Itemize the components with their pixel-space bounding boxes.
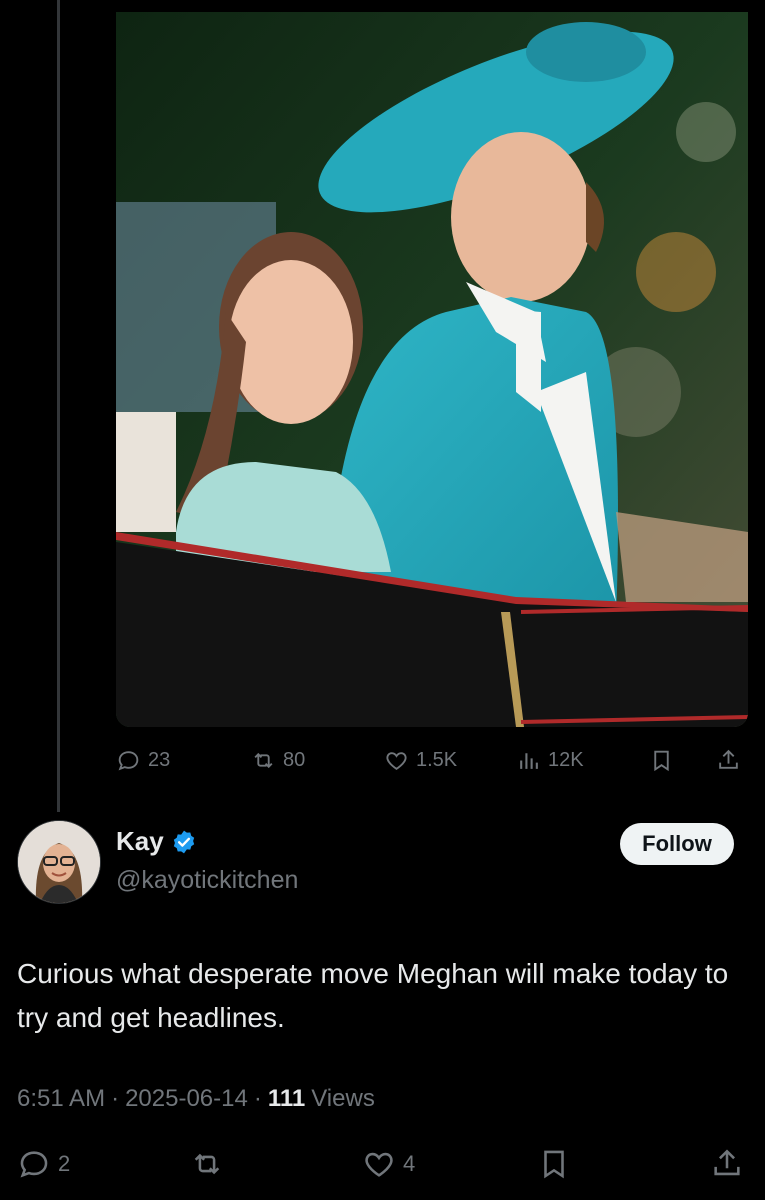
quoted-tweet-actions: 23 80 1.5K 12K	[116, 740, 748, 780]
avatar-image	[18, 821, 100, 903]
follow-button[interactable]: Follow	[620, 823, 734, 865]
like-count: 4	[403, 1151, 416, 1176]
views-button[interactable]: 12K	[516, 740, 584, 780]
reply-count: 2	[58, 1151, 71, 1176]
bookmark-button[interactable]	[537, 1140, 571, 1188]
share-button[interactable]	[710, 1140, 744, 1188]
tweet-author: Kay @kayotickitchen Follow	[17, 820, 747, 910]
separator-dot: ·	[253, 1085, 262, 1112]
author-handle[interactable]: @kayotickitchen	[116, 866, 298, 895]
reply-icon	[118, 750, 139, 770]
tweet-time[interactable]: 6:51 AM	[17, 1085, 105, 1113]
repost-icon	[254, 752, 273, 768]
reply-icon	[20, 1151, 48, 1178]
tweet-text: Curious what desperate move Meghan will …	[17, 958, 729, 1033]
bookmark-icon	[544, 1150, 564, 1179]
like-button[interactable]: 4	[362, 1140, 415, 1188]
thread-connector-line	[57, 0, 60, 812]
author-name[interactable]: Kay	[116, 826, 164, 857]
views-count: 12K	[548, 748, 584, 771]
tweet-meta: 6:51 AM · 2025-06-14 · 111 Views	[17, 1085, 375, 1113]
analytics-icon	[520, 752, 538, 769]
tweet-photo[interactable]	[116, 12, 748, 727]
heart-icon	[386, 751, 407, 770]
share-icon	[719, 749, 738, 769]
tweet-date[interactable]: 2025-06-14	[125, 1085, 248, 1113]
avatar[interactable]	[17, 820, 101, 904]
tweet-views-label: Views	[311, 1085, 375, 1112]
tweet-actions: 2 4	[0, 1140, 765, 1188]
reply-button[interactable]: 23	[116, 740, 170, 780]
repost-count: 80	[283, 748, 306, 771]
share-button[interactable]	[716, 740, 741, 780]
verified-badge-icon	[171, 829, 197, 855]
repost-button[interactable]: 80	[251, 740, 305, 780]
tweet-views-count: 111	[267, 1085, 306, 1112]
like-button[interactable]: 1.5K	[384, 740, 457, 780]
reply-button[interactable]: 2	[17, 1140, 70, 1188]
author-name-row: Kay	[116, 826, 197, 857]
repost-icon	[194, 1153, 220, 1175]
repost-button[interactable]	[190, 1140, 231, 1188]
share-icon	[714, 1149, 740, 1176]
separator-dot: ·	[111, 1085, 120, 1112]
like-count: 1.5K	[416, 748, 458, 771]
reply-count: 23	[148, 748, 171, 771]
heart-icon	[365, 1152, 393, 1177]
photo-image	[116, 12, 748, 727]
bookmark-icon	[654, 750, 669, 771]
bookmark-button[interactable]	[649, 740, 674, 780]
